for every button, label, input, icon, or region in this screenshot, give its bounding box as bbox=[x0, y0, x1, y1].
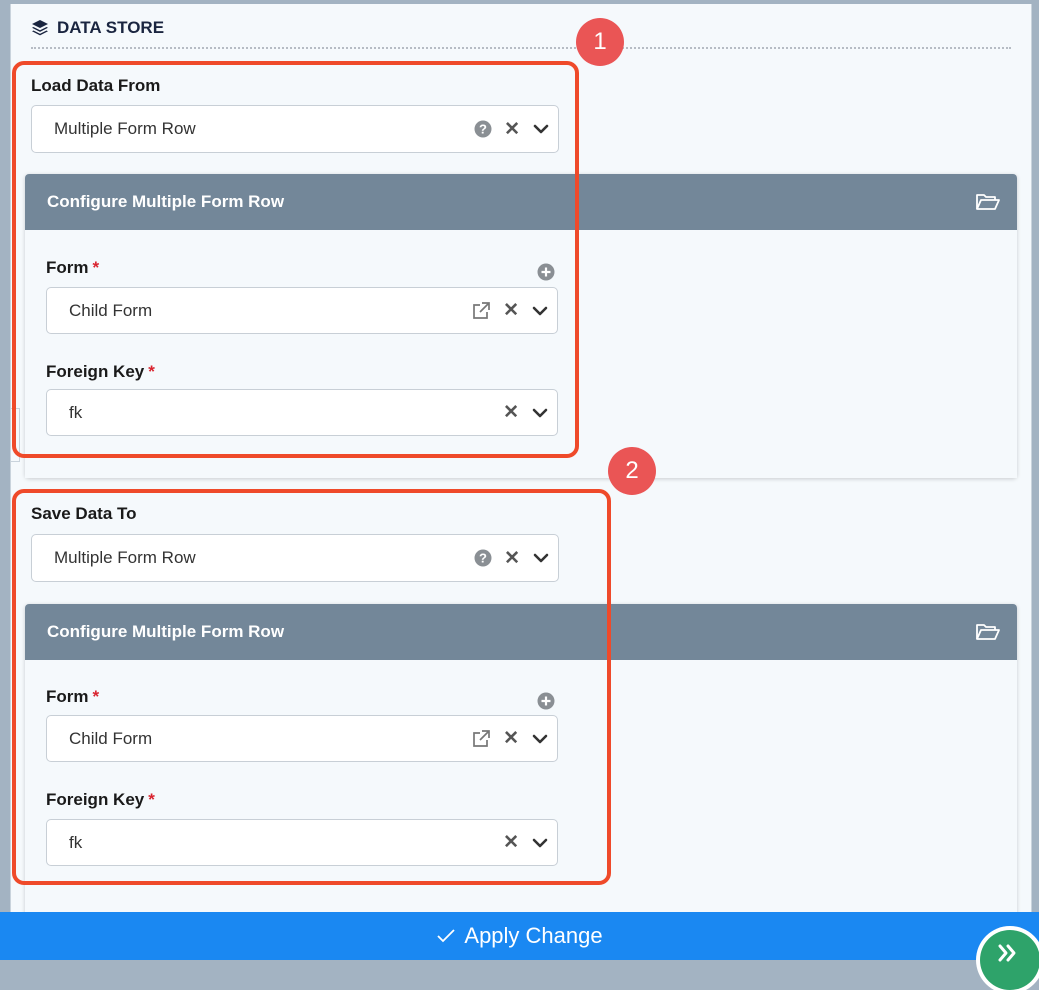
expand-fab-button[interactable] bbox=[980, 930, 1039, 990]
callout-box-1 bbox=[12, 61, 579, 458]
apply-change-label: Apply Change bbox=[464, 923, 603, 948]
section-header: DATA STORE bbox=[31, 18, 1011, 38]
folder-open-icon[interactable] bbox=[975, 192, 1001, 212]
section-title: DATA STORE bbox=[57, 18, 165, 37]
section-divider bbox=[31, 47, 1011, 49]
callout-badge-1: 1 bbox=[576, 18, 624, 66]
folder-open-icon[interactable] bbox=[975, 622, 1001, 642]
check-icon bbox=[437, 929, 456, 943]
double-chevron-right-icon bbox=[998, 944, 1016, 962]
apply-change-button[interactable]: Apply Change bbox=[0, 912, 1039, 960]
callout-badge-2: 2 bbox=[608, 447, 656, 495]
callout-box-2 bbox=[12, 489, 611, 885]
layers-icon bbox=[32, 20, 48, 36]
